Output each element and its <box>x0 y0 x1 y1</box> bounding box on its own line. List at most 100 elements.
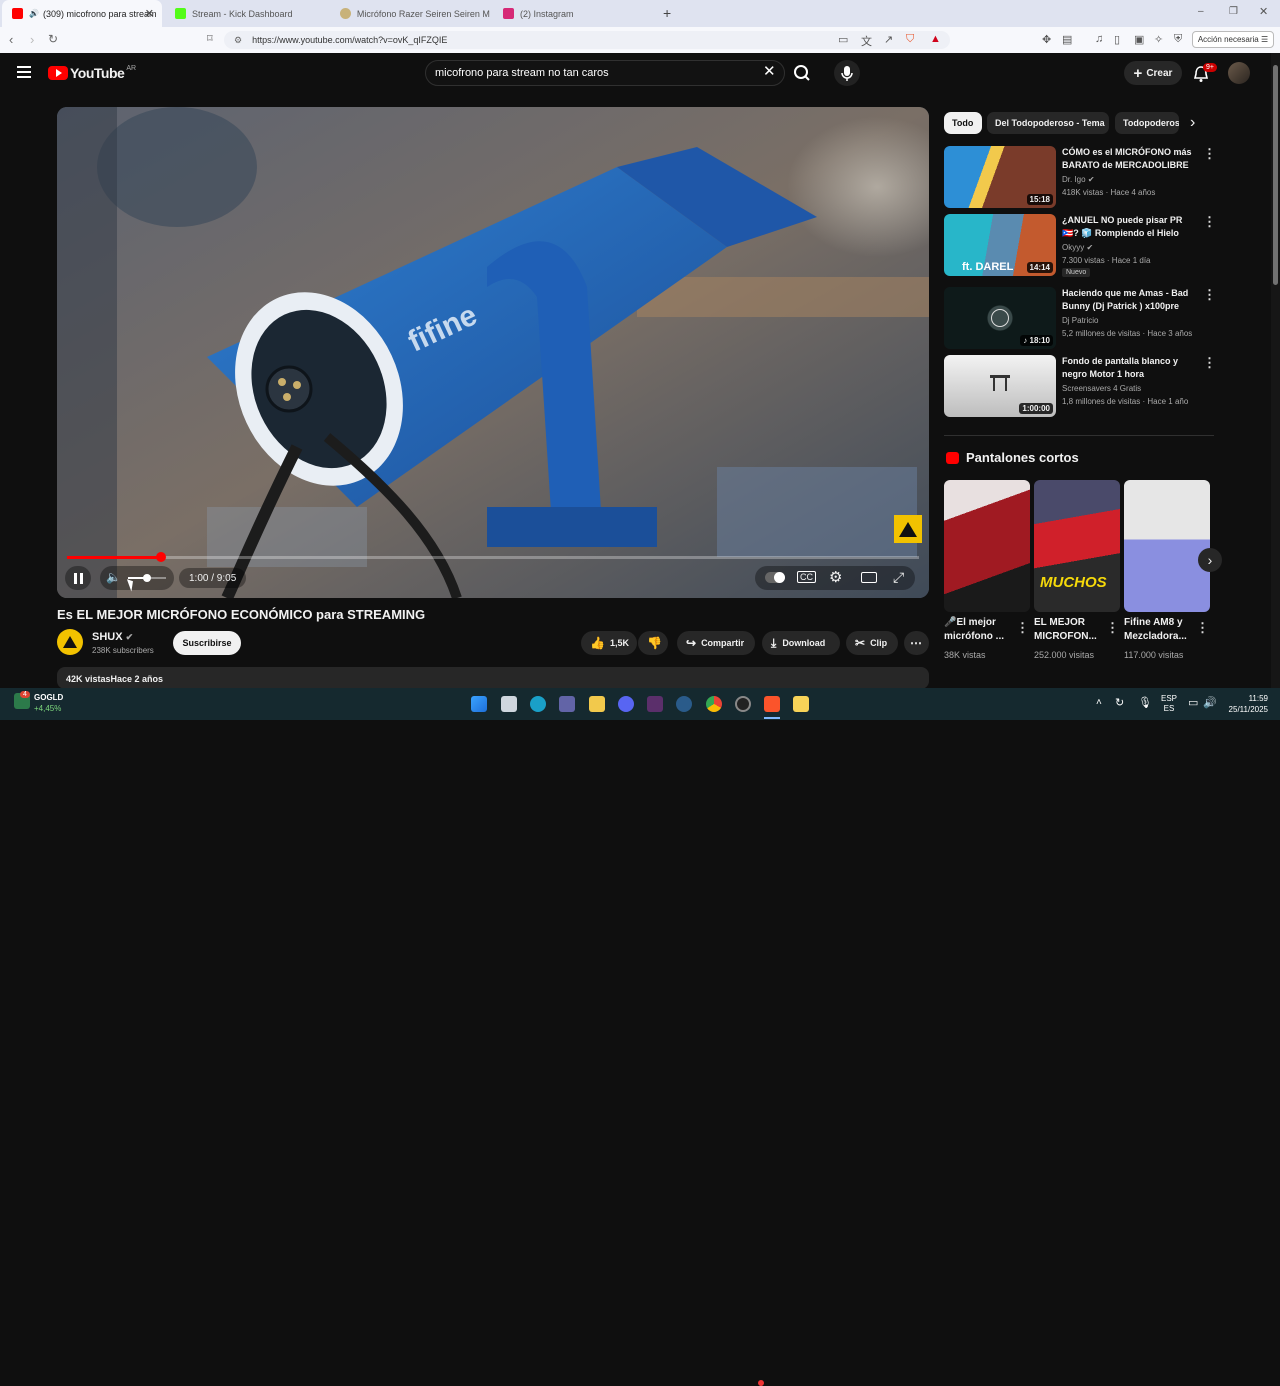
minimize-icon[interactable]: – <box>1198 6 1204 17</box>
recommendation-item[interactable]: ft. DAREL 14:14 ¿ANUEL NO puede pisar PR… <box>944 214 1216 278</box>
video-title[interactable]: ¿ANUEL NO puede pisar PR🇵🇷? 🧊 Rompiendo … <box>1062 214 1194 240</box>
brave-shield-icon[interactable]: ⛉ <box>906 33 914 46</box>
discord-icon[interactable] <box>618 696 634 712</box>
short-thumbnail[interactable]: MUCHOS <box>1034 480 1120 612</box>
vpn-icon[interactable]: ⛨ <box>1174 33 1182 46</box>
ai-icon[interactable]: ✧ <box>1154 33 1163 46</box>
short-thumbnail[interactable] <box>944 480 1030 612</box>
translate-icon[interactable]: 文 <box>861 33 872 49</box>
channel-watermark-icon[interactable] <box>894 515 922 543</box>
extensions-icon[interactable]: ✥ <box>1042 33 1051 46</box>
chip-todo[interactable]: Todo <box>944 112 982 134</box>
site-info-icon[interactable]: ⚙ <box>234 35 242 46</box>
subscribe-button[interactable]: Suscribirse <box>173 631 241 655</box>
new-tab-icon[interactable]: + <box>663 5 671 21</box>
video-thumbnail[interactable]: ♪ 18:10 <box>944 287 1056 349</box>
notes-icon[interactable] <box>793 696 809 712</box>
video-title[interactable]: CÓMO es el MICRÓFONO más BARATO de MERCA… <box>1062 146 1194 172</box>
settings-gear-icon[interactable]: ⚙ <box>829 568 842 586</box>
reader-icon[interactable]: ▤ <box>1062 33 1072 46</box>
short-thumbnail[interactable] <box>1124 480 1210 612</box>
search-button[interactable] <box>785 60 821 86</box>
more-vertical-icon[interactable]: ⋮ <box>1016 620 1029 636</box>
menu-icon[interactable] <box>17 66 31 78</box>
sidebar-icon[interactable]: ▯ <box>1114 33 1120 46</box>
youtube-logo[interactable]: YouTube AR <box>48 65 136 81</box>
clear-search-icon[interactable]: ✕ <box>763 62 776 80</box>
teams-icon[interactable] <box>559 696 575 712</box>
dislike-button[interactable]: 👎 <box>638 631 668 655</box>
reload-icon[interactable]: ↻ <box>48 32 58 46</box>
video-title[interactable]: Haciendo que me Amas - Bad Bunny (Dj Pat… <box>1062 287 1194 313</box>
like-button[interactable]: 👍 1,5K <box>581 631 637 655</box>
chip-del-todopoderoso[interactable]: Del Todopoderoso - Tema <box>987 112 1109 134</box>
windows-start-icon[interactable] <box>471 696 487 712</box>
tab-youtube[interactable]: 🔊 (309) micofrono para stream ✕ <box>2 0 162 27</box>
progress-scrubber[interactable] <box>155 552 166 562</box>
clock[interactable]: 11:59 25/11/2025 <box>1222 693 1268 715</box>
more-vertical-icon[interactable]: ⋮ <box>1203 355 1216 371</box>
video-thumbnail[interactable]: 15:18 <box>944 146 1056 208</box>
recommendation-item[interactable]: ♪ 18:10 Haciendo que me Amas - Bad Bunny… <box>944 287 1216 351</box>
tab-kick[interactable]: Stream - Kick Dashboard <box>165 0 327 27</box>
brave-rewards-icon[interactable]: ▲ <box>930 33 941 45</box>
more-vertical-icon[interactable]: ⋮ <box>1203 146 1216 162</box>
pause-button[interactable] <box>65 566 91 590</box>
page-scrollbar[interactable] <box>1271 53 1280 688</box>
tab-razer[interactable]: Micrófono Razer Seiren Seiren Mini C <box>330 0 490 27</box>
more-vertical-icon[interactable]: ⋮ <box>1106 620 1119 636</box>
brave-icon[interactable] <box>764 696 780 712</box>
theater-mode-icon[interactable] <box>861 572 877 583</box>
close-tab-icon[interactable]: ✕ <box>145 7 154 20</box>
video-player[interactable]: fifine 🔈 1:00 / 9:05 CC ⚙ ⤢ <box>57 107 929 598</box>
clip-button[interactable]: ✂ Clip <box>846 631 898 655</box>
share-icon[interactable]: ↗ <box>884 33 893 46</box>
language-indicator[interactable]: ESP ES <box>1161 694 1177 714</box>
download-button[interactable]: ⤓ Download <box>762 631 840 655</box>
more-vertical-icon[interactable]: ⋮ <box>1196 620 1209 636</box>
short-title[interactable]: 🎤El mejor micrófono ... <box>944 616 1018 644</box>
short-title[interactable]: Fifine AM8 y Mezcladora... <box>1124 616 1198 644</box>
subtitles-icon[interactable]: CC <box>797 571 816 583</box>
autoplay-toggle[interactable] <box>765 572 785 583</box>
volume-tray-icon[interactable]: 🔊 <box>1203 696 1217 709</box>
channel-name[interactable]: SHUX ✔ <box>92 631 133 643</box>
create-button[interactable]: + Crear <box>1124 61 1182 85</box>
recommendation-item[interactable]: 15:18 CÓMO es el MICRÓFONO más BARATO de… <box>944 146 1216 210</box>
chrome-icon[interactable] <box>706 696 722 712</box>
forward-icon[interactable]: › <box>30 32 34 47</box>
channel-avatar[interactable] <box>57 629 83 655</box>
music-icon[interactable]: ♫ <box>1095 33 1103 45</box>
video-thumbnail[interactable]: 1:00:00 <box>944 355 1056 417</box>
volume-control[interactable]: 🔈 <box>100 566 174 590</box>
chips-next-icon[interactable]: › <box>1190 114 1195 132</box>
video-thumbnail[interactable]: ft. DAREL 14:14 <box>944 214 1056 276</box>
account-avatar[interactable] <box>1228 62 1250 84</box>
file-explorer-icon[interactable] <box>589 696 605 712</box>
obs-icon[interactable] <box>735 696 751 712</box>
fullscreen-icon[interactable]: ⤢ <box>893 569 904 586</box>
chip-todopoderoso[interactable]: Todopoderoso <box>1115 112 1179 134</box>
stock-name[interactable]: GOGLD <box>34 693 63 702</box>
volume-icon[interactable]: 🔈 <box>106 570 121 584</box>
recommendation-item[interactable]: 1:00:00 Fondo de pantalla blanco y negro… <box>944 355 1216 419</box>
cast-icon[interactable]: ▭ <box>838 33 848 46</box>
microphone-tray-icon[interactable]: 🎙 <box>1138 696 1152 709</box>
more-vertical-icon[interactable]: ⋮ <box>1203 214 1216 230</box>
scrollbar-thumb[interactable] <box>1273 65 1278 285</box>
progress-bar[interactable] <box>67 552 919 562</box>
more-vertical-icon[interactable]: ⋮ <box>1203 287 1216 303</box>
voice-search-button[interactable] <box>834 60 860 86</box>
description-box[interactable]: 42K vistasHace 2 años <box>57 667 929 689</box>
share-button[interactable]: ↪ Compartir <box>677 631 755 655</box>
network-icon[interactable]: ▭ <box>1188 696 1198 709</box>
back-icon[interactable]: ‹ <box>9 32 13 47</box>
shorts-next-icon[interactable]: › <box>1198 548 1222 572</box>
tab-instagram[interactable]: (2) Instagram <box>493 0 653 27</box>
app-icon[interactable] <box>676 696 692 712</box>
close-window-icon[interactable]: ✕ <box>1259 5 1268 18</box>
game-app-icon[interactable] <box>647 696 663 712</box>
more-actions-button[interactable]: ⋯ <box>904 631 929 655</box>
action-needed-button[interactable]: Acción necesaria ☰ <box>1192 31 1274 48</box>
chevron-up-icon[interactable]: ˄ <box>1096 697 1102 708</box>
